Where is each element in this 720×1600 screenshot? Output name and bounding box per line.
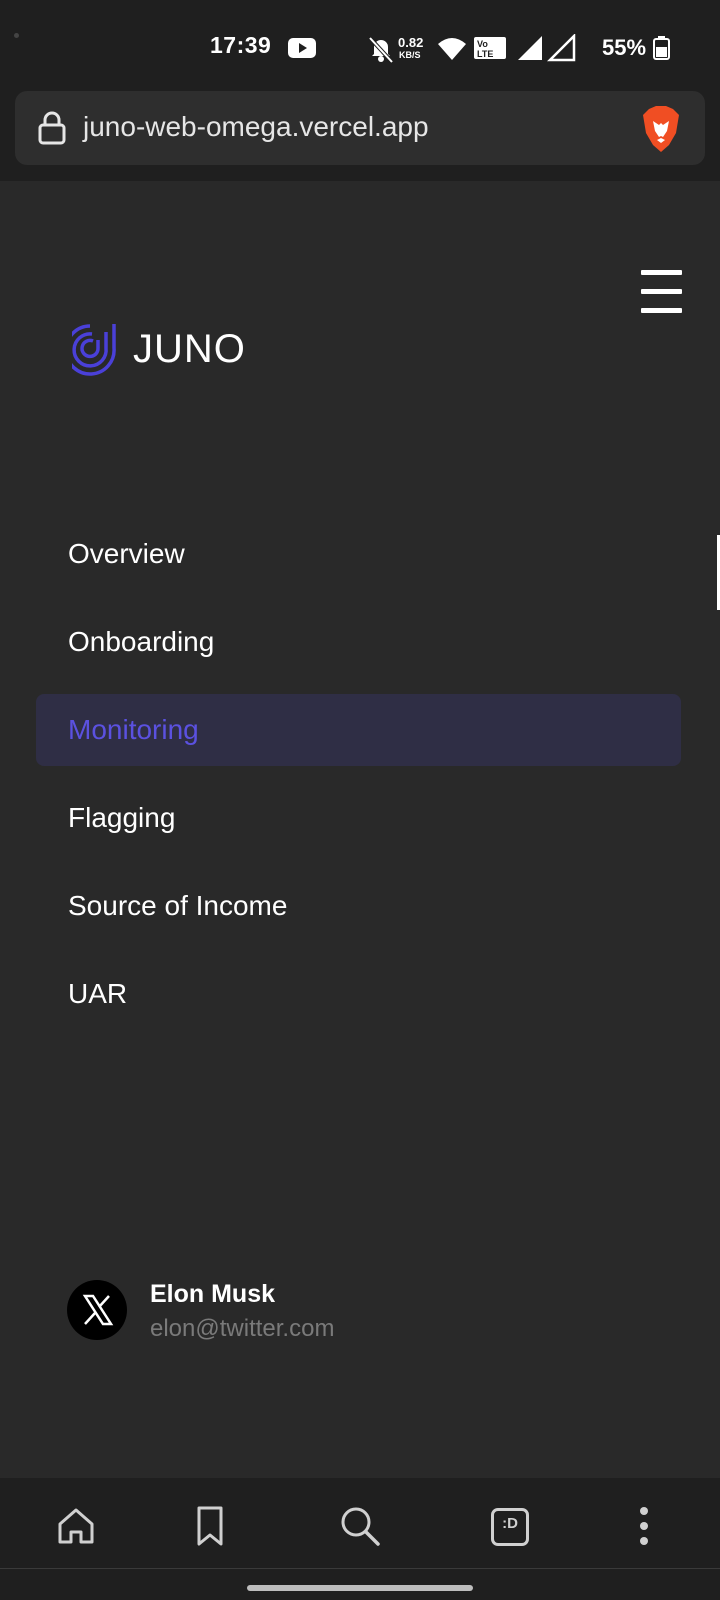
status-time: 17:39 (210, 32, 272, 58)
youtube-icon (288, 38, 316, 58)
more-icon[interactable] (620, 1502, 668, 1550)
user-name: Elon Musk (150, 1280, 276, 1308)
battery-icon (653, 36, 670, 60)
nav-item-onboarding[interactable]: Onboarding (36, 598, 681, 686)
avatar (67, 1280, 127, 1340)
tabs-label: :D (502, 1515, 518, 1532)
search-icon[interactable] (336, 1502, 384, 1550)
hamburger-icon (641, 270, 682, 275)
nav-item-uar[interactable]: UAR (36, 950, 681, 1038)
lock-icon[interactable] (37, 111, 67, 145)
gesture-bar[interactable] (247, 1585, 473, 1591)
notification-dot (14, 33, 19, 38)
svg-text:LTE: LTE (477, 49, 493, 59)
nav-item-source-of-income[interactable]: Source of Income (36, 862, 681, 950)
user-email: elon@twitter.com (150, 1315, 335, 1342)
status-bar: 17:39 0.82 KB/S Vo LTE 55% (0, 0, 720, 88)
browser-toolbar: juno-web-omega.vercel.app (0, 88, 720, 181)
x-logo-icon (82, 1294, 114, 1326)
net-speed-unit: KB/S (399, 50, 421, 60)
divider (0, 1568, 720, 1569)
brave-lion-icon[interactable] (639, 105, 683, 153)
juno-logo-icon (72, 324, 116, 376)
tabs-button[interactable]: :D (485, 1502, 533, 1550)
logo-text: JUNO (133, 327, 246, 371)
home-icon[interactable] (52, 1502, 100, 1550)
wifi-icon (438, 38, 466, 60)
hamburger-menu-button[interactable] (641, 270, 682, 314)
mute-icon (368, 36, 394, 64)
signal-icon (546, 34, 576, 62)
net-speed-value: 0.82 (398, 35, 423, 50)
url-text[interactable]: juno-web-omega.vercel.app (83, 111, 429, 143)
nav-item-monitoring[interactable]: Monitoring (36, 694, 681, 766)
sidebar-nav: Overview Onboarding Monitoring Flagging … (36, 510, 681, 1038)
nav-item-overview[interactable]: Overview (36, 510, 681, 598)
signal-icon (518, 36, 542, 60)
address-bar[interactable]: juno-web-omega.vercel.app (15, 91, 705, 165)
volte-icon: Vo LTE (474, 37, 506, 59)
svg-text:Vo: Vo (477, 39, 488, 49)
bookmark-icon[interactable] (186, 1502, 234, 1550)
battery-percent: 55% (602, 35, 647, 60)
browser-bottom-bar: :D (0, 1478, 720, 1600)
nav-item-flagging[interactable]: Flagging (36, 774, 681, 862)
